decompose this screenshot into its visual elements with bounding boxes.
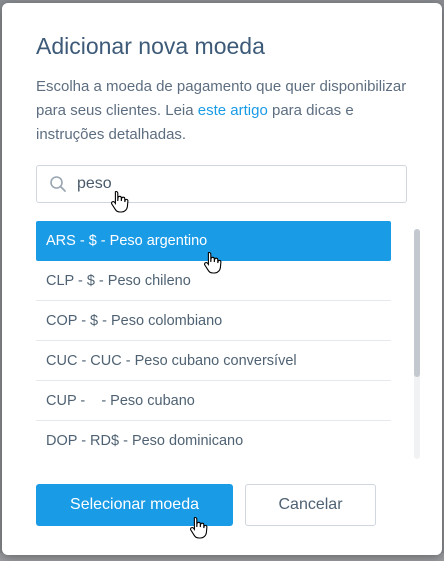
hand-cursor-icon	[190, 516, 208, 539]
modal-description: Escolha a moeda de pagamento que quer di…	[36, 75, 411, 147]
currency-option[interactable]: COP - $ - Peso colombiano	[36, 301, 391, 341]
currency-option[interactable]: DOP - RD$ - Peso dominicano	[36, 421, 391, 459]
search-icon	[50, 176, 66, 192]
cancel-button[interactable]: Cancelar	[245, 484, 376, 526]
add-currency-modal: Adicionar nova moeda Escolha a moeda de …	[2, 3, 442, 555]
search-box[interactable]	[36, 165, 407, 203]
modal-title: Adicionar nova moeda	[36, 33, 265, 59]
hand-cursor-icon	[204, 251, 222, 274]
article-link[interactable]: este artigo	[198, 102, 268, 119]
scrollbar-track[interactable]	[414, 229, 420, 459]
scrollbar-thumb[interactable]	[414, 229, 420, 377]
currency-option[interactable]: CUC - CUC - Peso cubano conversível	[36, 341, 391, 381]
currency-option[interactable]: CUP - - Peso cubano	[36, 381, 391, 421]
currency-list-container: ARS - $ - Peso argentino CLP - $ - Peso c…	[36, 221, 422, 459]
hand-cursor-icon	[111, 190, 129, 213]
